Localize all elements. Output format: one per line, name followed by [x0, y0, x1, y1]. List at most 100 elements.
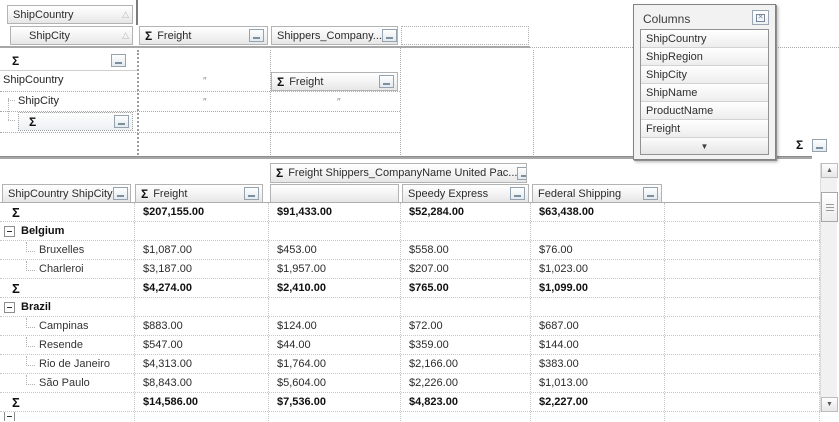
cell-freight-total[interactable]: $883.00 — [134, 317, 268, 335]
cell-united-package[interactable]: $1,764.00 — [268, 355, 400, 373]
cell-freight-total[interactable]: $4,313.00 — [134, 355, 268, 373]
field-list-item[interactable]: ShipName — [641, 84, 768, 102]
cell-speedy-express[interactable] — [400, 298, 530, 316]
cell-federal-shipping[interactable]: $1,023.00 — [530, 260, 664, 278]
cell-federal-shipping[interactable]: $687.00 — [530, 317, 664, 335]
filter-dropdown-icon[interactable] — [379, 75, 394, 88]
cell-federal-shipping[interactable]: $76.00 — [530, 241, 664, 259]
row-header-cell[interactable]: Rio de Janeiro — [0, 355, 134, 373]
layout-row-shipcity[interactable]: ShipCity — [18, 95, 59, 107]
field-list-item[interactable]: ShipCity — [641, 66, 768, 84]
row-area-header[interactable]: ShipCountry ShipCity — [2, 184, 131, 203]
cell-united-package[interactable]: $2,410.00 — [268, 279, 400, 297]
scrollbar-thumb[interactable] — [821, 192, 838, 222]
row-header-cell[interactable]: Campinas — [0, 317, 134, 335]
layout-row-shipcountry[interactable]: ShipCountry — [3, 74, 64, 86]
subtotal-row-slot[interactable]: Σ — [18, 112, 133, 131]
cell-federal-shipping[interactable]: $383.00 — [530, 355, 664, 373]
cell-speedy-express[interactable]: $359.00 — [400, 336, 530, 354]
cell-speedy-express[interactable]: $2,166.00 — [400, 355, 530, 373]
row-header-cell[interactable]: Σ — [0, 203, 134, 221]
row-header-cell[interactable]: Brazil — [0, 298, 134, 316]
cell-united-package[interactable]: $1,957.00 — [268, 260, 400, 278]
data-field-freight[interactable]: Σ Freight — [139, 26, 268, 45]
cell-federal-shipping[interactable]: $1,013.00 — [530, 374, 664, 392]
field-list-item[interactable]: ProductName — [641, 102, 768, 120]
column-header-federal-shipping[interactable]: Federal Shipping — [532, 184, 662, 203]
empty-field-slot[interactable] — [401, 26, 529, 45]
field-list-item[interactable]: Freight — [641, 120, 768, 138]
filter-dropdown-icon[interactable] — [510, 187, 525, 200]
cell-speedy-express[interactable]: $207.00 — [400, 260, 530, 278]
column-header-united-package[interactable] — [270, 184, 399, 203]
cell-united-package[interactable] — [268, 298, 400, 316]
data-area-indicator[interactable]: Σ — [796, 138, 827, 152]
cell-united-package[interactable]: $91,433.00 — [268, 203, 400, 221]
filter-dropdown-icon[interactable] — [517, 167, 527, 180]
close-button[interactable]: ✕ — [752, 10, 769, 25]
grand-total-row-slot[interactable]: Σ — [2, 52, 133, 69]
cell-united-package[interactable]: $7,536.00 — [268, 393, 400, 411]
cell-freight-total[interactable] — [134, 298, 268, 316]
filter-dropdown-icon[interactable] — [114, 115, 129, 128]
cell-freight-total[interactable]: $8,843.00 — [134, 374, 268, 392]
field-list-item[interactable]: ShipRegion — [641, 48, 768, 66]
cell-federal-shipping[interactable]: $2,227.00 — [530, 393, 664, 411]
cell-federal-shipping[interactable]: $144.00 — [530, 336, 664, 354]
cell-speedy-express[interactable]: $2,226.00 — [400, 374, 530, 392]
row-header-cell[interactable] — [0, 412, 134, 421]
row-header-cell[interactable]: Σ — [0, 279, 134, 297]
cell-speedy-express[interactable]: $72.00 — [400, 317, 530, 335]
cell-freight-total[interactable] — [134, 412, 268, 421]
scroll-up-icon[interactable]: ▲ — [821, 163, 838, 178]
cell-speedy-express[interactable]: $4,823.00 — [400, 393, 530, 411]
cell-freight-total[interactable]: $547.00 — [134, 336, 268, 354]
cell-federal-shipping[interactable] — [530, 298, 664, 316]
row-header-cell[interactable]: Bruxelles — [0, 241, 134, 259]
cell-freight-total[interactable]: $207,155.00 — [134, 203, 268, 221]
filter-dropdown-icon[interactable] — [643, 187, 658, 200]
cell-speedy-express[interactable]: $765.00 — [400, 279, 530, 297]
vertical-scrollbar[interactable]: ▲ ▼ — [820, 163, 837, 412]
row-header-cell[interactable]: Σ — [0, 393, 134, 411]
row-field-shipcity[interactable]: ShipCity △ — [10, 26, 133, 45]
row-header-cell[interactable]: Resende — [0, 336, 134, 354]
cell-freight-total[interactable]: $14,586.00 — [134, 393, 268, 411]
layout-data-field-freight[interactable]: Σ Freight — [271, 72, 398, 91]
cell-federal-shipping[interactable] — [530, 412, 664, 421]
filter-dropdown-icon[interactable] — [249, 29, 264, 42]
cell-speedy-express[interactable]: $558.00 — [400, 241, 530, 259]
filter-dropdown-icon[interactable] — [244, 187, 259, 200]
cell-freight-total[interactable]: $4,274.00 — [134, 279, 268, 297]
filter-dropdown-icon[interactable] — [812, 139, 827, 152]
cell-freight-total[interactable]: $3,187.00 — [134, 260, 268, 278]
field-list-item[interactable]: ShipCountry — [641, 30, 768, 48]
column-field-shippers[interactable]: Shippers_Company... — [271, 26, 398, 45]
scroll-down-icon[interactable]: ▼ — [821, 397, 838, 412]
cell-speedy-express[interactable]: $52,284.00 — [400, 203, 530, 221]
column-span-header[interactable]: Σ Freight Shippers_CompanyName United Pa… — [270, 163, 527, 183]
cell-united-package[interactable]: $124.00 — [268, 317, 400, 335]
cell-united-package[interactable] — [268, 412, 400, 421]
collapse-icon[interactable] — [4, 226, 15, 237]
filter-dropdown-icon[interactable] — [111, 54, 126, 67]
cell-speedy-express[interactable] — [400, 222, 530, 240]
collapse-icon[interactable] — [4, 412, 15, 421]
cell-speedy-express[interactable] — [400, 412, 530, 421]
collapse-icon[interactable] — [4, 302, 15, 313]
data-header-freight[interactable]: Σ Freight — [135, 184, 263, 203]
cell-united-package[interactable]: $44.00 — [268, 336, 400, 354]
cell-united-package[interactable]: $5,604.00 — [268, 374, 400, 392]
row-header-cell[interactable]: Belgium — [0, 222, 134, 240]
cell-federal-shipping[interactable]: $1,099.00 — [530, 279, 664, 297]
cell-freight-total[interactable]: $1,087.00 — [134, 241, 268, 259]
filter-dropdown-icon[interactable] — [382, 29, 397, 42]
cell-freight-total[interactable] — [134, 222, 268, 240]
cell-united-package[interactable]: $453.00 — [268, 241, 400, 259]
filter-dropdown-icon[interactable] — [113, 187, 128, 200]
row-header-cell[interactable]: São Paulo — [0, 374, 134, 392]
cell-federal-shipping[interactable]: $63,438.00 — [530, 203, 664, 221]
field-list-dropdown-button[interactable]: ▼ — [641, 138, 768, 155]
column-header-speedy-express[interactable]: Speedy Express — [402, 184, 529, 203]
row-field-shipcountry[interactable]: ShipCountry △ — [7, 5, 133, 24]
